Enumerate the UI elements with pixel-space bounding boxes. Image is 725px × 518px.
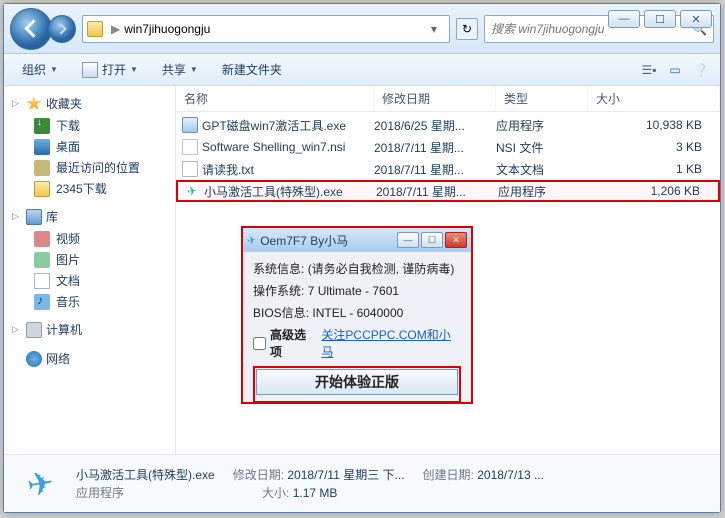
dialog-titlebar[interactable]: ✈ Oem7F7 By小马 — ☐ ✕ xyxy=(243,228,471,252)
share-button[interactable]: 共享▼ xyxy=(152,57,208,82)
file-icon xyxy=(182,139,198,155)
sidebar-item-desktop[interactable]: 桌面 xyxy=(4,136,175,157)
status-bar: ✈ 小马激活工具(特殊型).exe 修改日期: 2018/7/11 星期三 下.… xyxy=(4,454,720,512)
dialog-sysinfo: (请务必自我检测, 谨防病毒) xyxy=(308,262,455,276)
help-button[interactable]: ❔ xyxy=(690,59,712,81)
dialog-bios: INTEL - 6040000 xyxy=(312,306,403,320)
sidebar-item-music[interactable]: 音乐 xyxy=(4,291,175,312)
column-headers: 名称 修改日期 类型 大小 xyxy=(176,86,720,112)
refresh-button[interactable]: ↻ xyxy=(456,18,478,40)
activator-dialog: ✈ Oem7F7 By小马 — ☐ ✕ 系统信息: (请务必自我检测, 谨防病毒… xyxy=(241,226,473,404)
dialog-body: 系统信息: (请务必自我检测, 谨防病毒) 操作系统: 7 Ultimate -… xyxy=(243,252,471,416)
folder-icon xyxy=(87,21,103,37)
status-filename: 小马激活工具(特殊型).exe xyxy=(76,466,215,484)
video-icon xyxy=(34,231,50,247)
sidebar-item-2345[interactable]: 2345下载 xyxy=(4,178,175,199)
newfolder-button[interactable]: 新建文件夹 xyxy=(212,57,292,82)
table-row[interactable]: GPT磁盘win7激活工具.exe 2018/6/25 星期...应用程序10,… xyxy=(176,114,720,136)
sidebar: ▷收藏夹 下载 桌面 最近访问的位置 2345下载 ▷库 视频 图片 文档 音乐… xyxy=(4,86,176,454)
app-icon: ✈ xyxy=(184,183,200,199)
network-icon xyxy=(26,351,42,367)
computer-icon xyxy=(26,322,42,338)
picture-icon xyxy=(34,252,50,268)
sidebar-item-downloads[interactable]: 下载 xyxy=(4,115,175,136)
sidebar-favorites[interactable]: ▷收藏夹 xyxy=(4,92,175,115)
breadcrumb-sep: ▶ xyxy=(111,22,120,36)
table-row[interactable]: 请读我.txt 2018/7/11 星期...文本文档1 KB xyxy=(176,158,720,180)
dialog-minimize[interactable]: — xyxy=(397,232,419,248)
dialog-title: Oem7F7 By小马 xyxy=(260,232,393,249)
sidebar-item-pictures[interactable]: 图片 xyxy=(4,249,175,270)
breadcrumb-folder[interactable]: win7jihuogongju xyxy=(124,22,210,36)
preview-button[interactable]: ▭ xyxy=(664,59,686,81)
window-controls: — ☐ ✕ xyxy=(608,10,712,28)
sidebar-item-documents[interactable]: 文档 xyxy=(4,270,175,291)
txt-icon xyxy=(182,161,198,177)
status-cdate: 2018/7/13 ... xyxy=(477,468,544,482)
advanced-label: 高级选项 xyxy=(270,326,317,360)
organize-button[interactable]: 组织▼ xyxy=(12,57,68,82)
sidebar-library[interactable]: ▷库 xyxy=(4,205,175,228)
status-mdate: 2018/7/11 星期三 下... xyxy=(287,468,404,482)
app-icon: ✈ xyxy=(246,233,257,247)
minimize-button[interactable]: — xyxy=(608,10,640,28)
desktop-icon xyxy=(34,139,50,155)
download-icon xyxy=(34,118,50,134)
table-row[interactable]: Software Shelling_win7.nsi 2018/7/11 星期.… xyxy=(176,136,720,158)
library-icon xyxy=(26,209,42,225)
recent-icon xyxy=(34,160,50,176)
back-button[interactable] xyxy=(10,8,52,50)
toolbar: 组织▼ 打开▼ 共享▼ 新建文件夹 ☰▪ ▭ ❔ xyxy=(4,54,720,86)
address-bar[interactable]: ▶ win7jihuogongju ▾ xyxy=(82,15,450,43)
star-icon xyxy=(26,96,42,112)
forward-button[interactable] xyxy=(48,15,76,43)
open-button[interactable]: 打开▼ xyxy=(72,57,148,82)
sidebar-computer[interactable]: ▷计算机 xyxy=(4,318,175,341)
address-dropdown-icon[interactable]: ▾ xyxy=(431,22,445,36)
table-row-selected[interactable]: ✈小马激活工具(特殊型).exe 2018/7/11 星期...应用程序1,20… xyxy=(176,180,720,202)
document-icon xyxy=(34,273,50,289)
col-date[interactable]: 修改日期 xyxy=(374,86,496,111)
status-size: 1.17 MB xyxy=(293,486,338,500)
sidebar-item-recent[interactable]: 最近访问的位置 xyxy=(4,157,175,178)
dialog-os: 7 Ultimate - 7601 xyxy=(308,284,399,298)
open-icon xyxy=(82,62,98,78)
dialog-maximize[interactable]: ☐ xyxy=(421,232,443,248)
start-button[interactable]: 开始体验正版 xyxy=(256,369,458,395)
col-type[interactable]: 类型 xyxy=(496,86,588,111)
col-name[interactable]: 名称 xyxy=(176,86,374,111)
advanced-checkbox[interactable] xyxy=(253,337,266,350)
dialog-link[interactable]: 关注PCCPPC.COM和小马 xyxy=(321,326,461,360)
close-button[interactable]: ✕ xyxy=(680,10,712,28)
status-file-icon: ✈ xyxy=(16,463,64,505)
sidebar-network[interactable]: 网络 xyxy=(4,347,175,370)
music-icon xyxy=(34,294,50,310)
sidebar-item-video[interactable]: 视频 xyxy=(4,228,175,249)
status-filetype: 应用程序 xyxy=(76,484,124,502)
exe-icon xyxy=(182,117,198,133)
maximize-button[interactable]: ☐ xyxy=(644,10,676,28)
dialog-close[interactable]: ✕ xyxy=(445,232,467,248)
view-button[interactable]: ☰▪ xyxy=(638,59,660,81)
folder-icon xyxy=(34,181,50,197)
col-size[interactable]: 大小 xyxy=(588,86,720,111)
